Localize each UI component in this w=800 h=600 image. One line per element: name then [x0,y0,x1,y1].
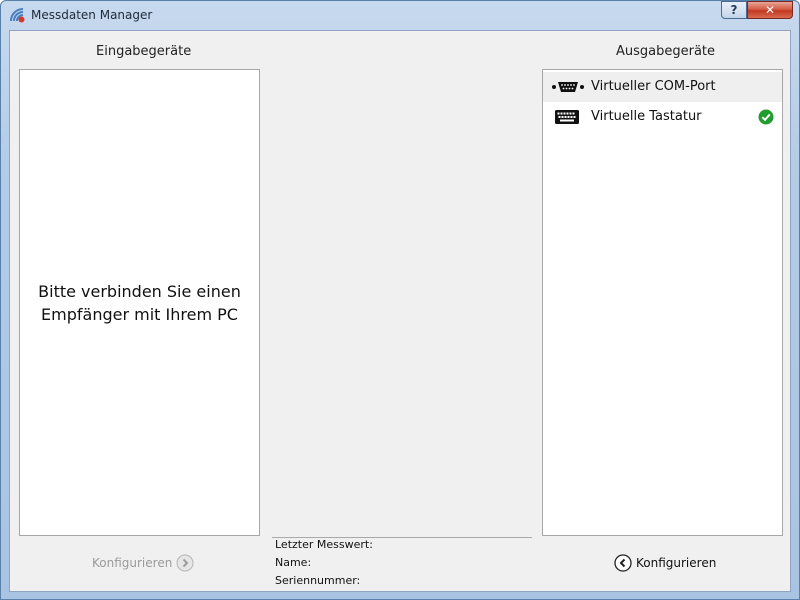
caption-buttons: ? ✕ [721,1,793,20]
wireless-signal-icon [10,8,25,23]
last-value-label: Letzter Messwert: [275,538,373,551]
connect-message-line-1: Bitte verbinden Sie einen [38,282,241,301]
app-window: Messdaten Manager ? ✕ Eingabegeräte Bitt… [0,0,800,600]
output-device-keyboard[interactable]: Virtuelle Tastatur [543,102,782,132]
connect-receiver-message: Bitte verbinden Sie einen Empfänger mit … [20,280,259,326]
measurement-info: Letzter Messwert: Name: Seriennummer: [272,537,532,592]
input-configure-label: Konfigurieren [92,556,173,570]
output-devices-list[interactable]: Virtueller COM-Port Virtuelle Tastatur [542,69,783,536]
name-label: Name: [275,556,312,569]
checkmark-circle-icon [758,109,774,125]
close-button[interactable]: ✕ [747,1,793,19]
device-label: Virtueller COM-Port [591,79,716,94]
output-devices-title: Ausgabegeräte [616,44,716,59]
chevron-left-circle-icon [614,554,632,572]
serial-number-label: Seriennummer: [275,574,361,587]
keyboard-icon [555,110,579,124]
output-device-com-port[interactable]: Virtueller COM-Port [543,72,782,102]
input-configure-button[interactable]: Konfigurieren [92,554,194,572]
help-button[interactable]: ? [721,1,747,19]
title-bar[interactable]: Messdaten Manager ? ✕ [1,1,799,30]
serial-port-icon [552,82,584,92]
chevron-right-circle-icon [176,554,194,572]
input-devices-title: Eingabegeräte [96,44,192,59]
output-configure-label: Konfigurieren [636,556,717,570]
output-configure-button[interactable]: Konfigurieren [614,554,716,572]
input-devices-list[interactable]: Bitte verbinden Sie einen Empfänger mit … [19,69,260,536]
connect-message-line-2: Empfänger mit Ihrem PC [41,305,238,324]
window-title: Messdaten Manager [31,8,153,22]
device-label: Virtuelle Tastatur [591,109,702,124]
client-area: Eingabegeräte Bitte verbinden Sie einen … [9,30,791,592]
